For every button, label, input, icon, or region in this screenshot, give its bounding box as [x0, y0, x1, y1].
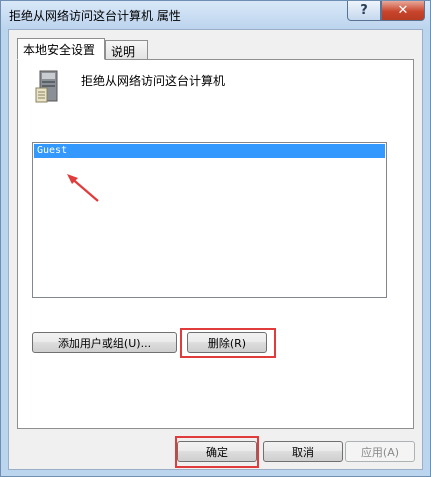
tab-label: 说明 [111, 45, 136, 59]
tab-explain[interactable]: 说明 [105, 40, 148, 60]
list-item-guest[interactable]: Guest [34, 144, 385, 158]
remove-button[interactable]: 删除(R) [187, 332, 267, 353]
close-icon: ✕ [397, 3, 409, 18]
tab-local-security-setting[interactable]: 本地安全设置 [17, 38, 105, 60]
policy-title: 拒绝从网络访问这台计算机 [81, 74, 226, 88]
help-icon: ? [360, 3, 368, 18]
button-label: 应用(A) [360, 445, 400, 459]
tab-label: 本地安全设置 [23, 43, 96, 57]
list-item-label: Guest [37, 145, 68, 156]
ok-button[interactable]: 确定 [177, 441, 257, 462]
button-label: 确定 [206, 445, 228, 459]
cancel-button[interactable]: 取消 [263, 441, 343, 462]
server-icon [35, 70, 58, 103]
tab-panel: 拒绝从网络访问这台计算机 Guest 添加用户或组(U)... 删除(R) [17, 59, 414, 429]
window-title: 拒绝从网络访问这台计算机 属性 [9, 9, 181, 23]
user-group-list[interactable]: Guest [32, 142, 387, 298]
help-button[interactable]: ? [347, 1, 381, 21]
properties-dialog: 拒绝从网络访问这台计算机 属性 ? ✕ 本地安全设置 说明 拒绝从网络访问这台计… [0, 0, 431, 477]
dialog-client-area: 本地安全设置 说明 拒绝从网络访问这台计算机 Guest 添加用户或组(U)..… [8, 29, 423, 470]
button-label: 取消 [292, 445, 314, 459]
add-user-or-group-button[interactable]: 添加用户或组(U)... [32, 332, 177, 353]
close-button[interactable]: ✕ [381, 1, 425, 21]
title-bar: 拒绝从网络访问这台计算机 属性 ? ✕ [1, 1, 430, 29]
apply-button[interactable]: 应用(A) [345, 441, 415, 462]
button-label: 添加用户或组(U)... [57, 336, 152, 350]
button-label: 删除(R) [207, 336, 247, 350]
